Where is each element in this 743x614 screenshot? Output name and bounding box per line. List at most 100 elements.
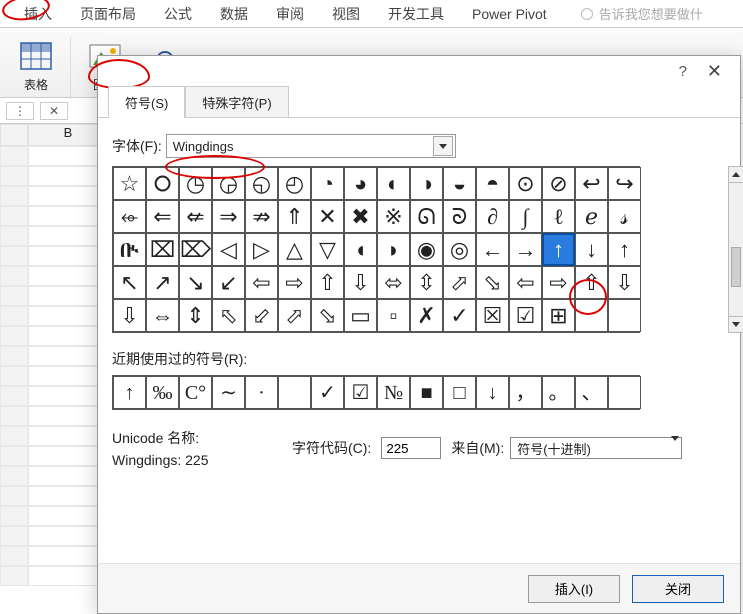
row-header[interactable] (0, 426, 28, 446)
row-header[interactable] (0, 146, 28, 166)
symbol-cell[interactable]: ⇦ (245, 266, 278, 299)
symbol-cell[interactable]: ⬂ (311, 299, 344, 332)
row-header[interactable] (0, 226, 28, 246)
recent-symbol-cell[interactable]: 、 (575, 376, 608, 409)
ribbon-tab-layout[interactable]: 页面布局 (66, 0, 150, 28)
row-header[interactable] (0, 546, 28, 566)
symbol-cell[interactable]: ▷ (245, 233, 278, 266)
recent-symbol-cell[interactable]: ↓ (476, 376, 509, 409)
symbol-cell[interactable]: ✗ (410, 299, 443, 332)
symbol-cell[interactable]: ↑ (608, 233, 641, 266)
recent-symbol-cell[interactable]: · (245, 376, 278, 409)
cell[interactable] (28, 186, 108, 206)
symbol-cell[interactable]: ⇍ (179, 200, 212, 233)
cell[interactable] (28, 406, 108, 426)
recent-symbol-cell[interactable] (608, 376, 641, 409)
symbol-cell[interactable]: ☆ (113, 167, 146, 200)
cell[interactable] (28, 546, 108, 566)
recent-symbol-cell[interactable]: ☑ (344, 376, 377, 409)
cell[interactable] (28, 506, 108, 526)
ribbon-tab-formula[interactable]: 公式 (150, 0, 206, 28)
recent-symbol-cell[interactable]: ↑ (113, 376, 146, 409)
ribbon-tab-data[interactable]: 数据 (206, 0, 262, 28)
recent-symbol-cell[interactable]: C° (179, 376, 212, 409)
symbol-cell[interactable]: ◒ (443, 167, 476, 200)
symbol-cell[interactable]: ⊞ (542, 299, 575, 332)
cell[interactable] (28, 366, 108, 386)
symbol-cell[interactable]: ▫ (377, 299, 410, 332)
recent-symbol-cell[interactable]: □ (443, 376, 476, 409)
symbol-cell[interactable]: ↑ (542, 233, 575, 266)
symbol-cell[interactable] (575, 299, 608, 332)
symbol-cell[interactable] (608, 299, 641, 332)
row-header[interactable] (0, 506, 28, 526)
ribbon-tab-powerpivot[interactable]: Power Pivot (458, 2, 561, 26)
symbol-cell[interactable]: ◔ (311, 167, 344, 200)
symbol-cell[interactable]: ◁ (212, 233, 245, 266)
symbol-cell[interactable]: ◑ (410, 167, 443, 200)
symbol-cell[interactable]: ⇧ (575, 266, 608, 299)
symbol-cell[interactable]: ↪ (608, 167, 641, 200)
cell[interactable] (28, 466, 108, 486)
recent-symbol-cell[interactable]: № (377, 376, 410, 409)
cell[interactable] (28, 326, 108, 346)
row-header[interactable] (0, 206, 28, 226)
symbol-cell[interactable]: ☒ (476, 299, 509, 332)
symbol-cell[interactable]: ◕ (344, 167, 377, 200)
cell[interactable] (28, 166, 108, 186)
symbol-cell[interactable]: ⇑ (278, 200, 311, 233)
recent-symbol-cell[interactable]: ， (509, 376, 542, 409)
symbol-cell[interactable]: ⇐ (146, 200, 179, 233)
symbol-cell[interactable]: 𝓈 (608, 200, 641, 233)
ribbon-tab-dev[interactable]: 开发工具 (374, 0, 458, 28)
symbol-cell[interactable]: ⬰ (113, 200, 146, 233)
symbol-cell[interactable]: ↖ (113, 266, 146, 299)
selectall-corner[interactable] (0, 124, 28, 146)
symbol-cell[interactable]: ⇨ (542, 266, 575, 299)
symbol-cell[interactable]: ⇩ (608, 266, 641, 299)
symbol-cell[interactable]: ◶ (212, 167, 245, 200)
symbol-cell[interactable]: ◗ (377, 233, 410, 266)
symbol-cell[interactable]: ⇳ (410, 266, 443, 299)
symbol-cell[interactable]: ✕ (311, 200, 344, 233)
cell[interactable] (28, 346, 108, 366)
recent-symbol-cell[interactable]: ‰ (146, 376, 179, 409)
symbol-cell[interactable]: ☑ (509, 299, 542, 332)
symbol-cell[interactable]: ⬂ (476, 266, 509, 299)
col-header-B[interactable]: B (28, 124, 108, 146)
symbol-cell[interactable]: ⌧ (146, 233, 179, 266)
symbol-cell[interactable]: ∫ (509, 200, 542, 233)
row-header[interactable] (0, 246, 28, 266)
symbol-cell[interactable]: ◖ (344, 233, 377, 266)
symbol-cell[interactable]: ▽ (311, 233, 344, 266)
row-header[interactable] (0, 366, 28, 386)
cell[interactable] (28, 306, 108, 326)
scroll-thumb[interactable] (731, 247, 741, 287)
symbol-cell[interactable]: ᘐ (443, 200, 476, 233)
symbol-cell[interactable]: ◷ (179, 167, 212, 200)
symbol-cell[interactable]: ▭ (344, 299, 377, 332)
dialog-close-button[interactable]: ✕ (697, 57, 732, 86)
cell[interactable] (28, 426, 108, 446)
symbol-cell[interactable]: ← (476, 233, 509, 266)
cell[interactable] (28, 386, 108, 406)
row-header[interactable] (0, 166, 28, 186)
symbol-cell[interactable]: ※ (377, 200, 410, 233)
ribbon-tab-view[interactable]: 视图 (318, 0, 374, 28)
cell-name-box[interactable]: ⋮ (6, 102, 34, 120)
symbol-cell[interactable]: △ (278, 233, 311, 266)
row-header[interactable] (0, 526, 28, 546)
symbol-cell[interactable]: ⇨ (278, 266, 311, 299)
row-header[interactable] (0, 306, 28, 326)
symbol-cell[interactable]: ⬃ (245, 299, 278, 332)
symbol-cell[interactable]: ⌦ (179, 233, 212, 266)
font-combobox-dropdown[interactable] (433, 136, 453, 156)
symbol-cell[interactable]: ↘ (179, 266, 212, 299)
symbol-cell[interactable]: ℯ (575, 200, 608, 233)
from-combobox[interactable]: 符号(十进制) (510, 437, 682, 459)
row-header[interactable] (0, 566, 28, 586)
symbol-cell[interactable]: ⇏ (245, 200, 278, 233)
symbol-cell[interactable]: ℓ (542, 200, 575, 233)
symbol-cell[interactable]: ↙ (212, 266, 245, 299)
recent-symbol-cell[interactable]: ■ (410, 376, 443, 409)
